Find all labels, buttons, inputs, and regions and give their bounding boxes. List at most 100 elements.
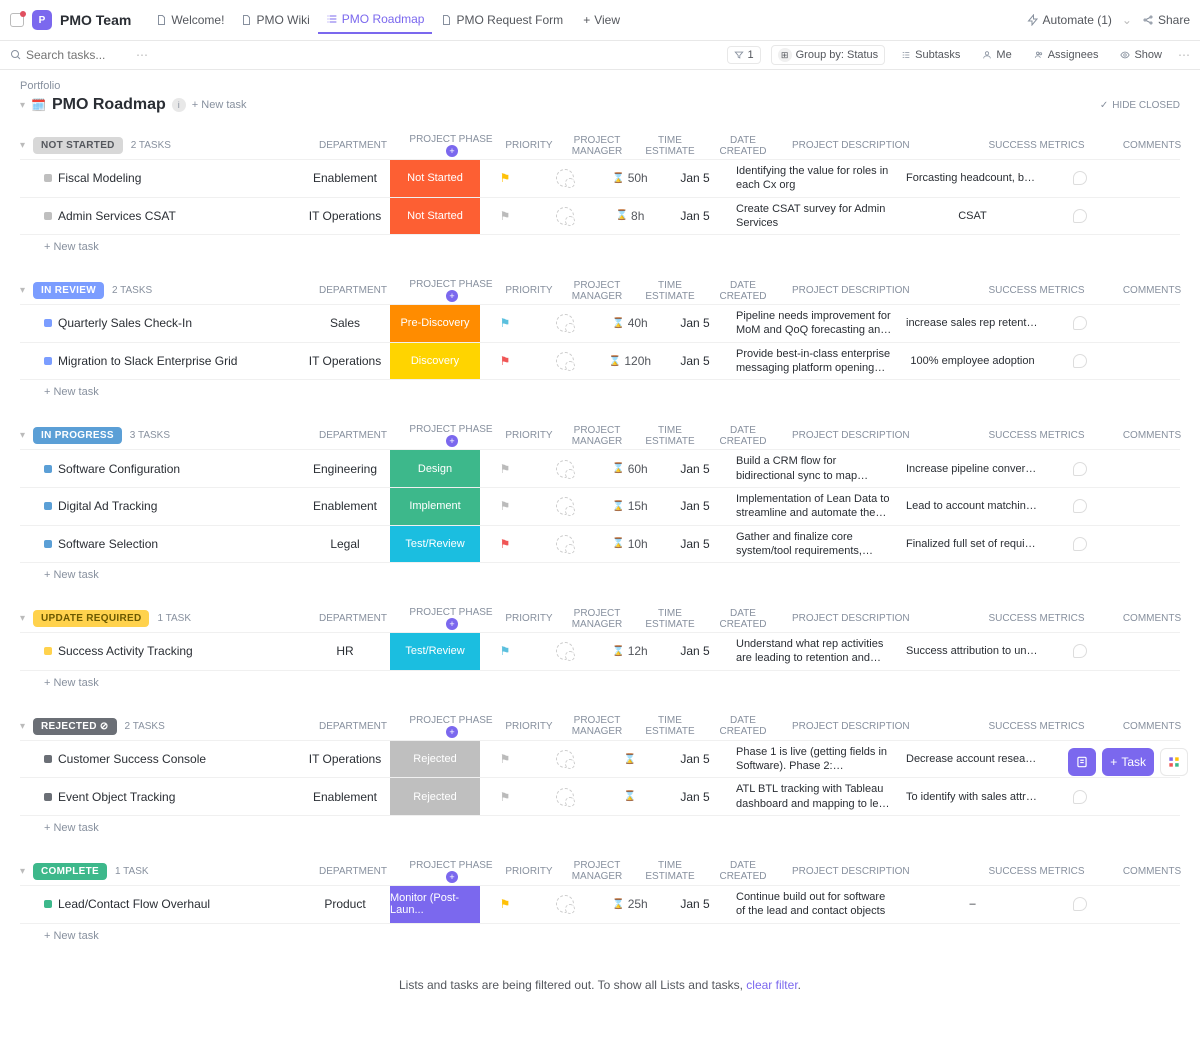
list-title[interactable]: PMO Roadmap [52, 96, 166, 114]
pm-cell[interactable] [530, 741, 600, 778]
metrics-cell[interactable]: Lead to account matching and handling of… [900, 488, 1045, 525]
status-square[interactable] [44, 212, 52, 220]
department-cell[interactable]: HR [300, 633, 390, 670]
date-cell[interactable]: Jan 5 [660, 526, 730, 563]
status-square[interactable] [44, 647, 52, 655]
metrics-cell[interactable]: CSAT [900, 198, 1045, 235]
info-badge[interactable]: i [172, 98, 186, 112]
comments-cell[interactable] [1045, 198, 1115, 235]
status-square[interactable] [44, 502, 52, 510]
phase-cell[interactable]: Monitor (Post-Laun... [390, 886, 480, 923]
search-input[interactable] [26, 48, 126, 62]
task-row[interactable]: Software Configuration Engineering Desig… [20, 449, 1180, 487]
collapse-group[interactable]: ▾ [20, 285, 25, 296]
desc-cell[interactable]: Create CSAT survey for Admin Services [730, 198, 900, 235]
more-options[interactable]: ⋯ [1178, 48, 1190, 62]
status-pill[interactable]: UPDATE REQUIRED [33, 610, 149, 627]
comments-cell[interactable] [1045, 488, 1115, 525]
phase-cell[interactable]: Design [390, 450, 480, 487]
phase-add[interactable]: + [446, 145, 458, 157]
department-cell[interactable]: Product [300, 886, 390, 923]
tab-pmo-roadmap[interactable]: PMO Roadmap [318, 6, 433, 34]
filter-count[interactable]: 1 [727, 46, 761, 64]
priority-cell[interactable]: ⚑ [480, 886, 530, 923]
pm-cell[interactable] [530, 305, 600, 342]
comments-cell[interactable] [1045, 343, 1115, 380]
task-row[interactable]: Success Activity Tracking HR Test/Review… [20, 632, 1180, 670]
task-row[interactable]: Event Object Tracking Enablement Rejecte… [20, 777, 1180, 815]
priority-cell[interactable]: ⚑ [480, 160, 530, 197]
add-view[interactable]: +View [575, 7, 628, 33]
date-cell[interactable]: Jan 5 [660, 450, 730, 487]
date-cell[interactable]: Jan 5 [660, 633, 730, 670]
date-cell[interactable]: Jan 5 [660, 741, 730, 778]
date-cell[interactable]: Jan 5 [660, 343, 730, 380]
desc-cell[interactable]: Build a CRM flow for bidirectional sync … [730, 450, 900, 487]
status-square[interactable] [44, 793, 52, 801]
metrics-cell[interactable]: Success attribution to understand custom… [900, 633, 1045, 670]
time-cell[interactable]: ⌛ [600, 741, 660, 778]
subtasks-toggle[interactable]: Subtasks [895, 47, 966, 63]
task-row[interactable]: Admin Services CSAT IT Operations Not St… [20, 197, 1180, 235]
time-cell[interactable]: ⌛50h [600, 160, 660, 197]
priority-cell[interactable]: ⚑ [480, 633, 530, 670]
priority-cell[interactable]: ⚑ [480, 198, 530, 235]
department-cell[interactable]: Legal [300, 526, 390, 563]
pm-cell[interactable] [530, 778, 600, 815]
pm-cell[interactable] [530, 450, 600, 487]
date-cell[interactable]: Jan 5 [660, 886, 730, 923]
department-cell[interactable]: Engineering [300, 450, 390, 487]
desc-cell[interactable]: Gather and finalize core system/tool req… [730, 526, 900, 563]
desc-cell[interactable]: Identifying the value for roles in each … [730, 160, 900, 197]
clear-filter-link[interactable]: clear filter [746, 978, 797, 992]
metrics-cell[interactable]: Increase pipeline conversion of new busi… [900, 450, 1045, 487]
phase-add[interactable]: + [446, 871, 458, 883]
automate-button[interactable]: Automate (1) ⌄ [1027, 13, 1132, 27]
fab-apps[interactable] [1160, 748, 1188, 776]
metrics-cell[interactable]: increase sales rep retention rates QoQ a… [900, 305, 1045, 342]
pm-cell[interactable] [530, 526, 600, 563]
phase-add[interactable]: + [446, 290, 458, 302]
time-cell[interactable]: ⌛60h [600, 450, 660, 487]
phase-cell[interactable]: Test/Review [390, 526, 480, 563]
pm-cell[interactable] [530, 488, 600, 525]
metrics-cell[interactable]: Forcasting headcount, bottom line, CAC, … [900, 160, 1045, 197]
phase-cell[interactable]: Rejected [390, 741, 480, 778]
new-task-row[interactable]: + New task [20, 234, 1180, 259]
phase-cell[interactable]: Discovery [390, 343, 480, 380]
status-square[interactable] [44, 755, 52, 763]
status-square[interactable] [44, 357, 52, 365]
time-cell[interactable]: ⌛15h [600, 488, 660, 525]
metrics-cell[interactable]: To identify with sales attribution varia… [900, 778, 1045, 815]
comments-cell[interactable] [1045, 778, 1115, 815]
desc-cell[interactable]: Implementation of Lean Data to streamlin… [730, 488, 900, 525]
collapse-group[interactable]: ▾ [20, 721, 25, 732]
priority-cell[interactable]: ⚑ [480, 526, 530, 563]
phase-cell[interactable]: Not Started [390, 160, 480, 197]
date-cell[interactable]: Jan 5 [660, 305, 730, 342]
phase-cell[interactable]: Pre-Discovery [390, 305, 480, 342]
status-pill[interactable]: IN PROGRESS [33, 427, 122, 444]
date-cell[interactable]: Jan 5 [660, 778, 730, 815]
desc-cell[interactable]: Understand what rep activities are leadi… [730, 633, 900, 670]
time-cell[interactable]: ⌛10h [600, 526, 660, 563]
desc-cell[interactable]: Continue build out for software of the l… [730, 886, 900, 923]
status-square[interactable] [44, 319, 52, 327]
fab-task[interactable]: +Task [1102, 748, 1154, 776]
time-cell[interactable]: ⌛120h [600, 343, 660, 380]
group-by[interactable]: ⊞ Group by: Status [771, 45, 886, 65]
pm-cell[interactable] [530, 343, 600, 380]
time-cell[interactable]: ⌛ [600, 778, 660, 815]
department-cell[interactable]: IT Operations [300, 198, 390, 235]
phase-cell[interactable]: Test/Review [390, 633, 480, 670]
time-cell[interactable]: ⌛8h [600, 198, 660, 235]
comments-cell[interactable] [1045, 305, 1115, 342]
new-task-row[interactable]: + New task [20, 379, 1180, 404]
search-wrap[interactable] [10, 48, 126, 62]
status-pill[interactable]: REJECTED ⊘ [33, 718, 117, 735]
collapse-group[interactable]: ▾ [20, 430, 25, 441]
department-cell[interactable]: IT Operations [300, 343, 390, 380]
new-task-row[interactable]: + New task [20, 815, 1180, 840]
department-cell[interactable]: Enablement [300, 488, 390, 525]
new-task-row[interactable]: + New task [20, 670, 1180, 695]
